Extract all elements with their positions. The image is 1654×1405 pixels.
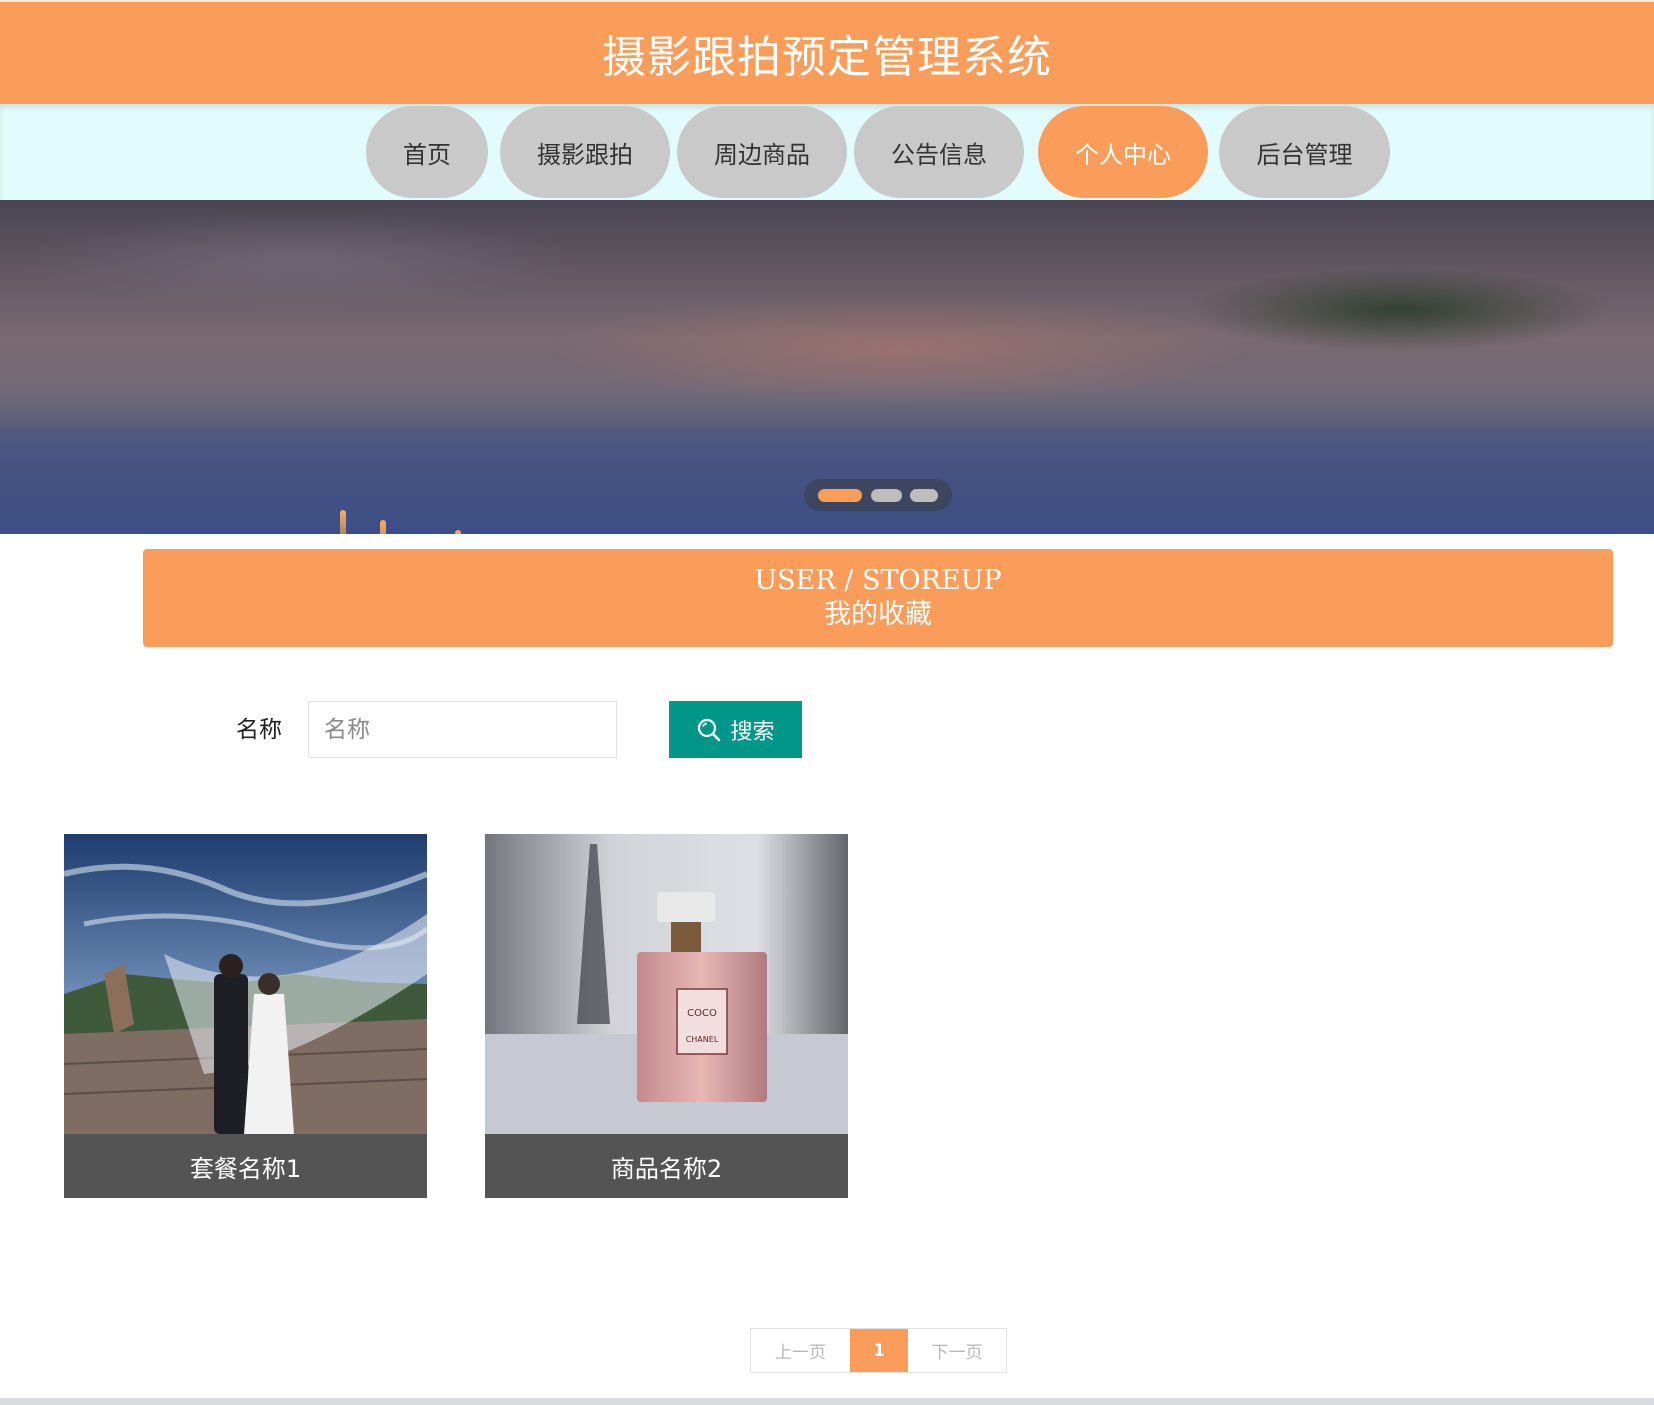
favorite-card[interactable]: 套餐名称1 [64, 834, 427, 1198]
carousel-dot-3[interactable] [910, 489, 938, 502]
carousel-indicators [804, 479, 952, 511]
search-button-label: 搜索 [730, 719, 775, 745]
section-title-en: USER / STOREUP [754, 565, 1002, 596]
pagination: 上一页 1 下一页 [750, 1328, 1007, 1373]
nav-item-admin[interactable]: 后台管理 [1219, 106, 1390, 198]
card-image-wedding [64, 834, 427, 1134]
site-header: 摄影跟拍预定管理系统 [0, 0, 1654, 104]
nav-item-merchandise[interactable]: 周边商品 [677, 106, 847, 198]
carousel-dot-2[interactable] [871, 489, 902, 502]
search-label: 名称 [236, 717, 282, 743]
nav-item-personal-center[interactable]: 个人中心 [1038, 106, 1208, 198]
nav-item-announcements[interactable]: 公告信息 [854, 106, 1024, 198]
nav-item-home[interactable]: 首页 [366, 106, 488, 198]
search-input[interactable] [308, 701, 617, 758]
banner-reflection [340, 510, 346, 534]
favorite-card[interactable]: COCO CHANEL 商品名称2 [485, 834, 848, 1198]
nav-item-photography[interactable]: 摄影跟拍 [500, 106, 670, 198]
banner-image-town [0, 200, 1654, 430]
search-button[interactable]: 搜索 [669, 701, 802, 758]
svg-text:CHANEL: CHANEL [686, 1035, 719, 1044]
section-title: USER / STOREUP 我的收藏 [143, 549, 1613, 647]
card-title: 套餐名称1 [64, 1134, 427, 1198]
card-title: 商品名称2 [485, 1134, 848, 1198]
pagination-current-page[interactable]: 1 [850, 1329, 908, 1372]
site-title: 摄影跟拍预定管理系统 [602, 32, 1052, 83]
page-bottom-divider [0, 1398, 1654, 1405]
search-icon [698, 718, 721, 741]
main-nav: 首页 摄影跟拍 周边商品 公告信息 个人中心 后台管理 [0, 104, 1654, 200]
section-title-zh: 我的收藏 [824, 599, 932, 630]
card-image-perfume: COCO CHANEL [485, 834, 848, 1134]
pagination-prev[interactable]: 上一页 [751, 1329, 850, 1372]
carousel-dot-1[interactable] [818, 489, 862, 502]
pagination-next[interactable]: 下一页 [908, 1329, 1006, 1372]
banner-reflection [380, 520, 386, 534]
banner-reflection [455, 530, 461, 534]
svg-text:COCO: COCO [687, 1008, 717, 1019]
